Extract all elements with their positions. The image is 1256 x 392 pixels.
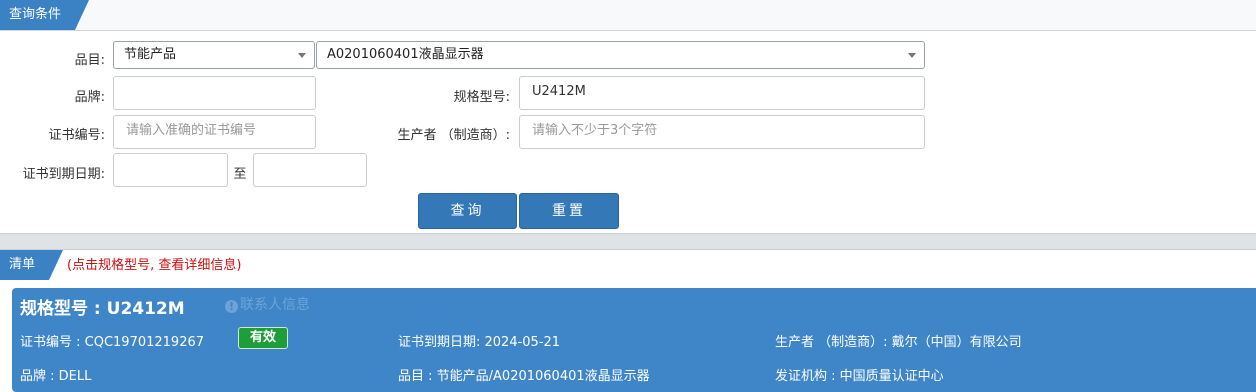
subcategory-select[interactable]: A0201060401液晶显示器 xyxy=(316,41,925,69)
result-expiry: 证书到期日期: 2024-05-21 xyxy=(398,335,561,350)
info-icon: ! xyxy=(225,300,238,313)
brand-label: 品牌: xyxy=(74,90,105,105)
result-category: 品目 : 节能产品/A0201060401液晶显示器 xyxy=(398,369,650,384)
expiry-start-input[interactable] xyxy=(113,153,228,187)
list-panel: 清单 (点击规格型号, 查看详细信息) 规格型号 : U2412M ! 联系人信息… xyxy=(0,249,1256,392)
cert-no-input[interactable]: 请输入准确的证书编号 xyxy=(113,115,316,149)
category-select-value: 节能产品 xyxy=(124,47,177,62)
status-badge: 有效 xyxy=(238,327,288,349)
chevron-down-icon xyxy=(298,53,306,58)
result-cert-no: 证书编号 : CQC19701219267 xyxy=(20,335,205,350)
maker-input[interactable]: 请输入不少于3个字符 xyxy=(519,115,925,149)
category-select[interactable]: 节能产品 xyxy=(113,41,315,69)
query-panel: 查询条件 品目: 节能产品 A0201060401液晶显示器 品牌: 规格型号:… xyxy=(0,0,1256,234)
category-label: 品目: xyxy=(74,53,105,68)
reset-button[interactable]: 重置 xyxy=(519,193,619,229)
contact-info-label: 联系人信息 xyxy=(240,297,310,313)
search-button[interactable]: 查询 xyxy=(418,193,517,229)
expiry-to-label: 至 xyxy=(233,167,247,182)
result-maker: 生产者 （制造商）: 戴尔（中国）有限公司 xyxy=(775,335,1022,350)
list-hint: (点击规格型号, 查看详细信息) xyxy=(67,258,242,273)
model-label: 规格型号: xyxy=(453,90,510,105)
query-tabbar: 查询条件 xyxy=(0,0,1256,31)
result-brand: 品牌 : DELL xyxy=(20,369,92,384)
result-card: 规格型号 : U2412M ! 联系人信息 证书编号 : CQC197012192… xyxy=(12,288,1256,392)
cert-no-label: 证书编号: xyxy=(48,128,105,143)
brand-input[interactable] xyxy=(113,76,316,110)
chevron-down-icon xyxy=(908,53,916,58)
model-input[interactable]: U2412M xyxy=(519,76,925,110)
expiry-end-input[interactable] xyxy=(253,153,367,187)
query-tab[interactable]: 查询条件 xyxy=(0,0,90,30)
list-tab[interactable]: 清单 xyxy=(0,250,64,280)
maker-label: 生产者 （制造商）: xyxy=(397,128,510,143)
result-issuer: 发证机构 : 中国质量认证中心 xyxy=(775,369,944,384)
subcategory-select-value: A0201060401液晶显示器 xyxy=(327,47,484,62)
expiry-label: 证书到期日期: xyxy=(22,167,105,182)
contact-info-link[interactable]: ! 联系人信息 xyxy=(225,294,310,314)
result-title-model-link[interactable]: 规格型号 : U2412M xyxy=(20,294,185,319)
